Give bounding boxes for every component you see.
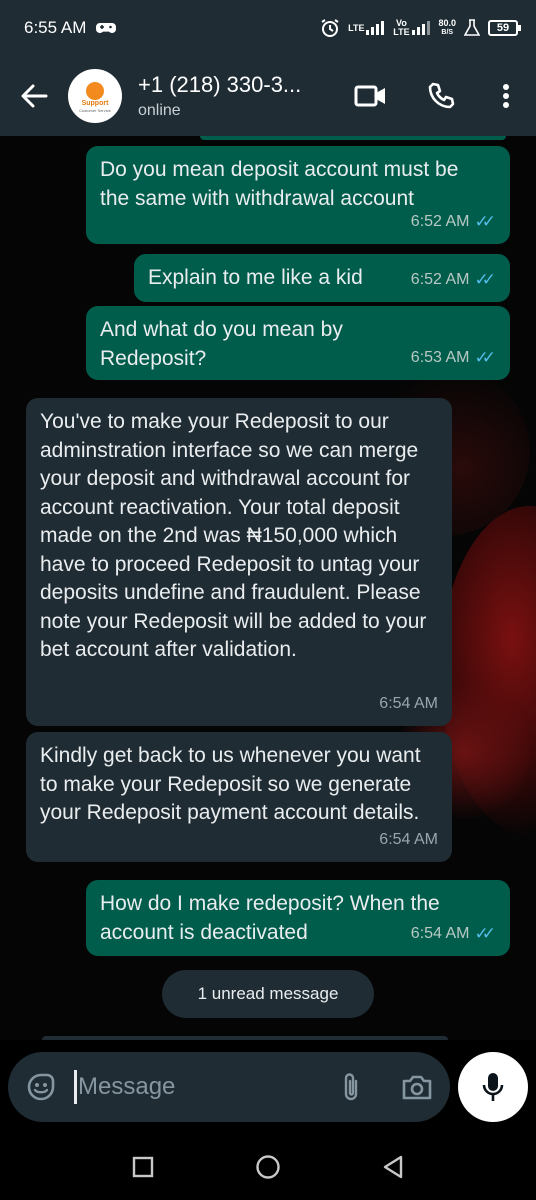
- double-check-icon: ✓✓: [474, 211, 496, 231]
- avatar-logo-subtext: Customer Service: [79, 107, 111, 113]
- chat-area[interactable]: Do you mean deposit account must be the …: [0, 136, 536, 1040]
- arrow-left-icon: [21, 84, 48, 108]
- double-check-icon: ✓✓: [474, 923, 496, 943]
- more-vert-icon: [503, 84, 509, 108]
- double-check-icon: ✓✓: [474, 347, 496, 367]
- recents-button[interactable]: [113, 1137, 173, 1197]
- contact-name: +1 (218) 330-3...: [138, 72, 302, 97]
- message-input[interactable]: [78, 1073, 318, 1101]
- emoji-button[interactable]: [8, 1052, 74, 1122]
- back-nav-button[interactable]: [363, 1137, 423, 1197]
- message-text: Do you mean deposit account must be the …: [100, 158, 459, 210]
- message-meta: 6:53 AM ✓✓: [411, 344, 496, 373]
- message-meta: 6:54 AM: [379, 826, 438, 855]
- headset-person-icon: [86, 81, 104, 100]
- avatar-logo-text: Support: [81, 99, 109, 107]
- status-time: 6:55 AM: [24, 18, 87, 37]
- voice-call-button[interactable]: [406, 56, 476, 136]
- contact-status: online: [138, 102, 181, 119]
- more-options-button[interactable]: [476, 56, 536, 136]
- video-call-button[interactable]: [336, 56, 406, 136]
- signal-1: LTE: [348, 21, 385, 35]
- alarm-icon: [321, 19, 339, 37]
- contact-info[interactable]: +1 (218) 330-3... online: [138, 72, 328, 120]
- square-icon: [132, 1156, 153, 1178]
- message-time: 6:52 AM: [410, 270, 470, 288]
- video-call-icon: [354, 85, 385, 107]
- message-meta: 6:52 AM ✓✓: [411, 266, 496, 295]
- message-time: 6:54 AM: [410, 924, 470, 942]
- text-caret: [74, 1070, 77, 1104]
- message-time: 6:54 AM: [379, 830, 438, 848]
- unread-message-banner[interactable]: 1 unread message: [162, 970, 374, 1018]
- system-navigation-bar: [0, 1134, 536, 1200]
- game-controller-icon: [96, 23, 117, 33]
- voice-message-button[interactable]: [458, 1052, 528, 1122]
- message-time: 6:52 AM: [410, 212, 470, 230]
- double-check-icon: ✓✓: [474, 269, 496, 289]
- message-text: Kindly get back to us whenever you want …: [40, 744, 421, 824]
- attach-button[interactable]: [326, 1052, 376, 1122]
- message-text: And what do you mean by Redeposit?: [100, 318, 343, 370]
- speed-unit: B/S: [441, 29, 454, 36]
- message-text: You've to make your Redeposit to our adm…: [40, 410, 427, 661]
- back-button[interactable]: [0, 56, 68, 136]
- message-composer: [0, 1040, 536, 1134]
- home-button[interactable]: [238, 1137, 298, 1197]
- message-bubble-outgoing[interactable]: How do I make redeposit? When the accoun…: [86, 880, 510, 956]
- message-time: 6:54 AM: [379, 694, 438, 712]
- camera-button[interactable]: [392, 1052, 442, 1122]
- avatar[interactable]: Support Customer Service: [68, 69, 122, 123]
- mic-icon: [482, 1073, 504, 1101]
- emoji-icon: [27, 1073, 55, 1101]
- chat-header: Support Customer Service +1 (218) 330-3.…: [0, 56, 536, 136]
- lte-label-1: LTE: [348, 22, 365, 33]
- lte-label-2: Vo LTE: [393, 18, 410, 37]
- message-time: 6:53 AM: [410, 348, 470, 366]
- message-meta: 6:52 AM ✓✓: [411, 208, 496, 237]
- camera-icon: [402, 1075, 432, 1100]
- message-bubble-outgoing[interactable]: Explain to me like a kid 6:52 AM ✓✓: [134, 254, 510, 302]
- battery-indicator: 59: [488, 20, 521, 36]
- message-bubble-incoming[interactable]: Kindly get back to us whenever you want …: [26, 732, 452, 862]
- message-bubble-incoming[interactable]: You've to make your Redeposit to our adm…: [26, 398, 452, 726]
- circle-icon: [256, 1155, 280, 1179]
- phone-icon: [428, 82, 455, 109]
- message-input-container[interactable]: [8, 1052, 450, 1122]
- network-speed: 80.0 B/S: [438, 19, 456, 37]
- triangle-back-icon: [384, 1155, 403, 1179]
- message-bubble-outgoing[interactable]: Do you mean deposit account must be the …: [86, 146, 510, 244]
- status-bar: 6:55 AM LTE Vo LTE 80.0 B/S 59: [0, 0, 536, 56]
- paperclip-icon: [344, 1073, 358, 1101]
- previous-message-edge: [200, 136, 506, 140]
- message-bubble-outgoing[interactable]: And what do you mean by Redeposit? 6:53 …: [86, 306, 510, 380]
- message-meta: 6:54 AM: [379, 690, 438, 719]
- message-meta: 6:54 AM ✓✓: [411, 920, 496, 949]
- flask-icon: [464, 19, 480, 36]
- speed-value: 80.0: [438, 18, 456, 28]
- signal-2: Vo LTE: [392, 18, 431, 37]
